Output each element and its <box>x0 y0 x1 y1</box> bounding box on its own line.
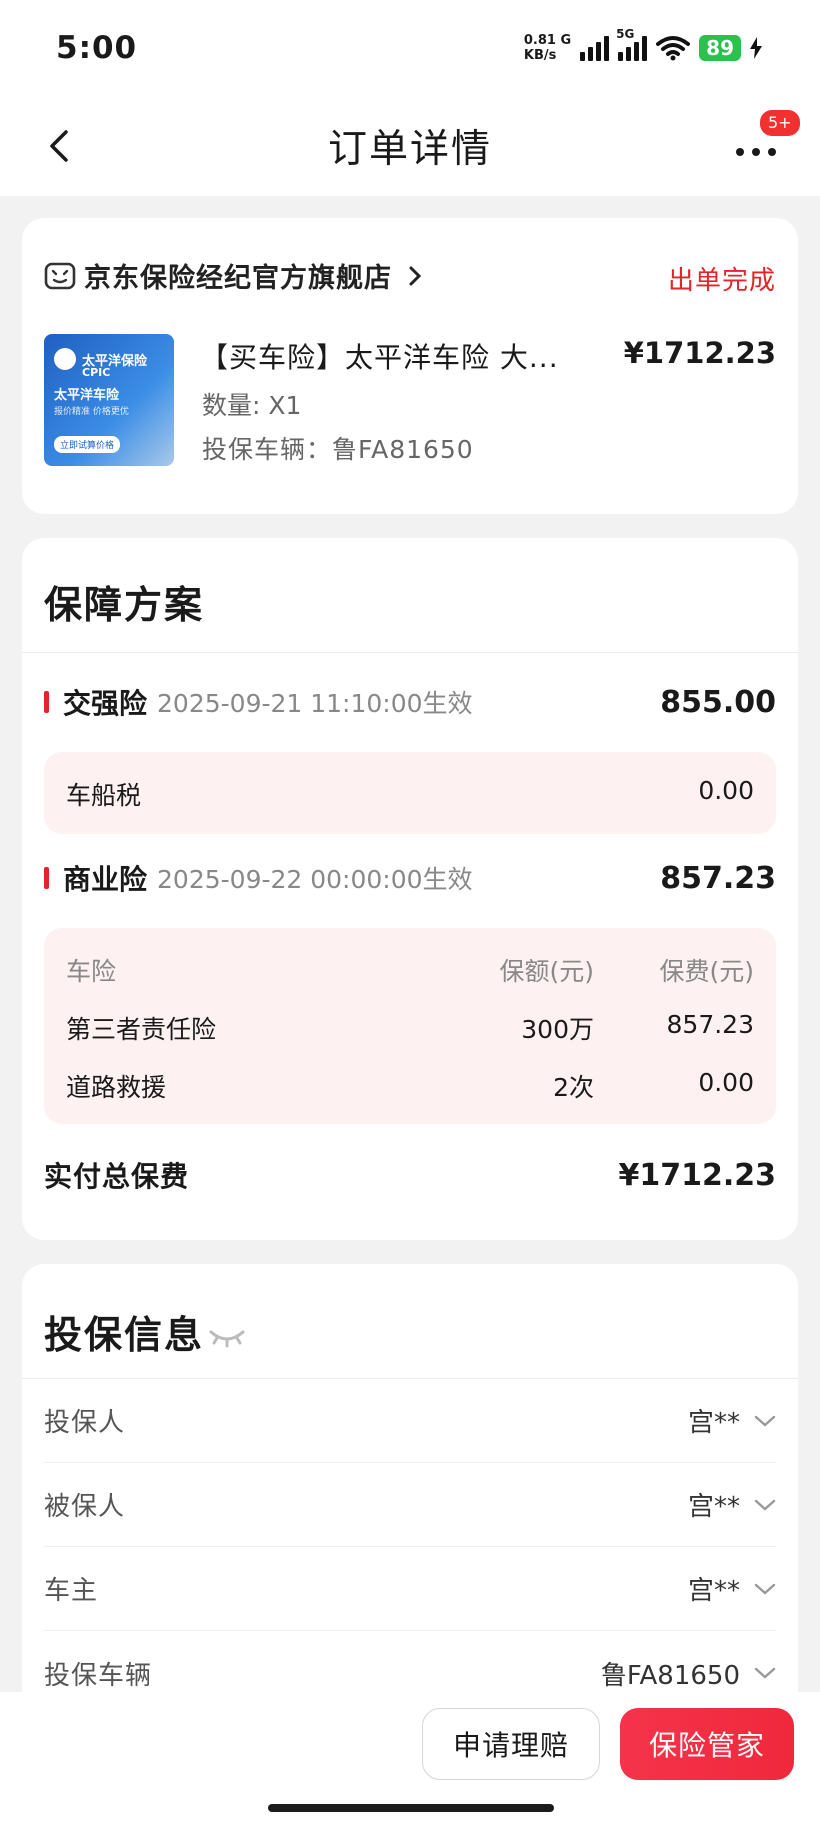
table-row: 第三者责任险 300万 857.23 <box>66 1010 754 1046</box>
page-title: 订单详情 <box>327 127 492 172</box>
coverage-name: 第三者责任险 <box>66 1015 217 1044</box>
compulsory-effective: 2025-09-21 11:10:00生效 <box>157 689 473 718</box>
commercial-detail-table: 车险 保额(元) 保费(元) 第三者责任险 300万 857.23 道路救援 2… <box>44 928 776 1124</box>
info-label: 车主 <box>44 1576 99 1606</box>
column-header: 车险 <box>66 957 117 986</box>
thumb-subtitle: 太平洋车险 <box>54 388 120 403</box>
insured-info-title: 投保信息 <box>44 1313 205 1357</box>
chevron-down-icon <box>754 1415 776 1427</box>
battery-indicator: 89 <box>699 35 741 61</box>
signal-5g-icon: 5G <box>616 27 648 61</box>
net-speed-unit: KB/s <box>523 48 557 63</box>
coverage-title: 保障方案 <box>44 583 205 627</box>
store-name: 京东保险经纪官方旗舰店 <box>84 263 392 294</box>
cpic-logo-icon <box>54 348 76 370</box>
column-header: 保额(元) <box>499 957 594 986</box>
chevron-down-icon <box>754 1667 776 1679</box>
chevron-right-icon <box>409 266 422 285</box>
vessel-tax-row: 车船税 0.00 <box>66 776 754 812</box>
section-marker <box>44 867 49 889</box>
status-icons: 0.81 G KB/s 5G 89 <box>524 27 762 63</box>
status-bar: 5:00 0.81 G KB/s 5G 89 <box>0 0 820 96</box>
home-indicator[interactable] <box>268 1804 554 1812</box>
info-value: 宫** <box>687 1492 740 1522</box>
coverage-premium: 0.00 <box>698 1068 754 1097</box>
product-quantity: 数量: X1 <box>202 391 302 420</box>
compulsory-amount: 855.00 <box>660 684 776 720</box>
vessel-tax-panel: 车船税 0.00 <box>44 752 776 834</box>
network-type: 5G <box>616 27 635 41</box>
info-label: 被保人 <box>44 1492 126 1522</box>
status-time: 5:00 <box>56 30 138 66</box>
product-thumbnail[interactable]: 太平洋保险 CPIC 太平洋车险 报价精准 价格更优 立即试算价格 <box>44 334 174 466</box>
coverage-name: 道路救援 <box>66 1073 167 1102</box>
nav-bar: 订单详情 5+ <box>0 96 820 196</box>
section-marker <box>44 691 49 713</box>
thumb-brand-en: CPIC <box>82 366 111 379</box>
notification-badge: 5+ <box>758 108 802 138</box>
compulsory-name: 交强险 <box>63 687 148 720</box>
coverage-limit: 300万 <box>521 1015 594 1044</box>
insured-info-card: 投保信息 投保人 宫** 被保人 宫** 车主 宫** 投保车辆 鲁FA8165… <box>22 1264 798 1704</box>
compulsory-insurance-row: 交强险 2025-09-21 11:10:00生效 855.00 <box>44 682 776 722</box>
back-arrow-icon[interactable] <box>40 124 80 168</box>
car-owner-row[interactable]: 车主 宫** <box>44 1547 776 1631</box>
info-value: 宫** <box>687 1408 740 1438</box>
insurance-butler-button[interactable]: 保险管家 <box>620 1708 794 1780</box>
table-header: 车险 保额(元) 保费(元) <box>66 952 754 988</box>
chevron-down-icon <box>754 1499 776 1511</box>
bottom-action-bar: 申请理赔 保险管家 <box>0 1692 820 1822</box>
apply-claim-button[interactable]: 申请理赔 <box>422 1708 600 1780</box>
net-speed: 0.81 G KB/s <box>524 33 571 63</box>
commercial-amount: 857.23 <box>660 860 776 896</box>
product-title[interactable]: 【买车险】太平洋车险 大... <box>200 336 559 376</box>
commercial-name: 商业险 <box>63 863 148 896</box>
order-status: 出单完成 <box>667 266 776 296</box>
policyholder-row[interactable]: 投保人 宫** <box>44 1379 776 1463</box>
coverage-card: 保障方案 交强险 2025-09-21 11:10:00生效 855.00 车船… <box>22 538 798 1240</box>
net-speed-value: 0.81 G <box>523 33 572 48</box>
insured-person-row[interactable]: 被保人 宫** <box>44 1463 776 1547</box>
order-card: 京东保险经纪官方旗舰店 出单完成 太平洋保险 CPIC 太平洋车险 报价精准 价… <box>22 218 798 514</box>
commercial-insurance-row: 商业险 2025-09-22 00:00:00生效 857.23 <box>44 858 776 898</box>
more-dots-icon <box>736 148 776 156</box>
thumb-cta: 立即试算价格 <box>54 436 121 453</box>
column-header: 保费(元) <box>659 957 754 986</box>
info-value: 鲁FA81650 <box>600 1660 740 1691</box>
eye-hidden-icon[interactable] <box>208 1326 246 1348</box>
wifi-icon <box>656 36 691 61</box>
vessel-tax-amount: 0.00 <box>698 776 754 805</box>
vessel-tax-label: 车船税 <box>66 781 142 810</box>
coverage-limit: 2次 <box>553 1073 594 1102</box>
coverage-premium: 857.23 <box>666 1010 754 1039</box>
total-premium-row: 实付总保费 ¥1712.23 <box>44 1152 776 1198</box>
charging-icon <box>750 37 762 59</box>
product-vehicle: 投保车辆：鲁FA81650 <box>202 435 474 464</box>
more-menu-button[interactable]: 5+ <box>728 108 802 170</box>
chevron-down-icon <box>754 1583 776 1595</box>
info-label: 投保人 <box>44 1408 126 1438</box>
store-link[interactable]: 京东保险经纪官方旗舰店 <box>44 256 424 295</box>
divider <box>22 652 798 653</box>
store-icon <box>44 262 76 289</box>
signal-icon <box>580 35 610 61</box>
thumb-tagline: 报价精准 价格更优 <box>54 407 129 417</box>
info-value: 宫** <box>687 1576 740 1606</box>
product-price: ¥1712.23 <box>623 336 776 370</box>
total-premium-label: 实付总保费 <box>44 1160 190 1193</box>
info-label: 投保车辆 <box>44 1660 153 1691</box>
table-row: 道路救援 2次 0.00 <box>66 1068 754 1104</box>
commercial-effective: 2025-09-22 00:00:00生效 <box>157 865 473 894</box>
total-premium-amount: ¥1712.23 <box>618 1157 776 1193</box>
